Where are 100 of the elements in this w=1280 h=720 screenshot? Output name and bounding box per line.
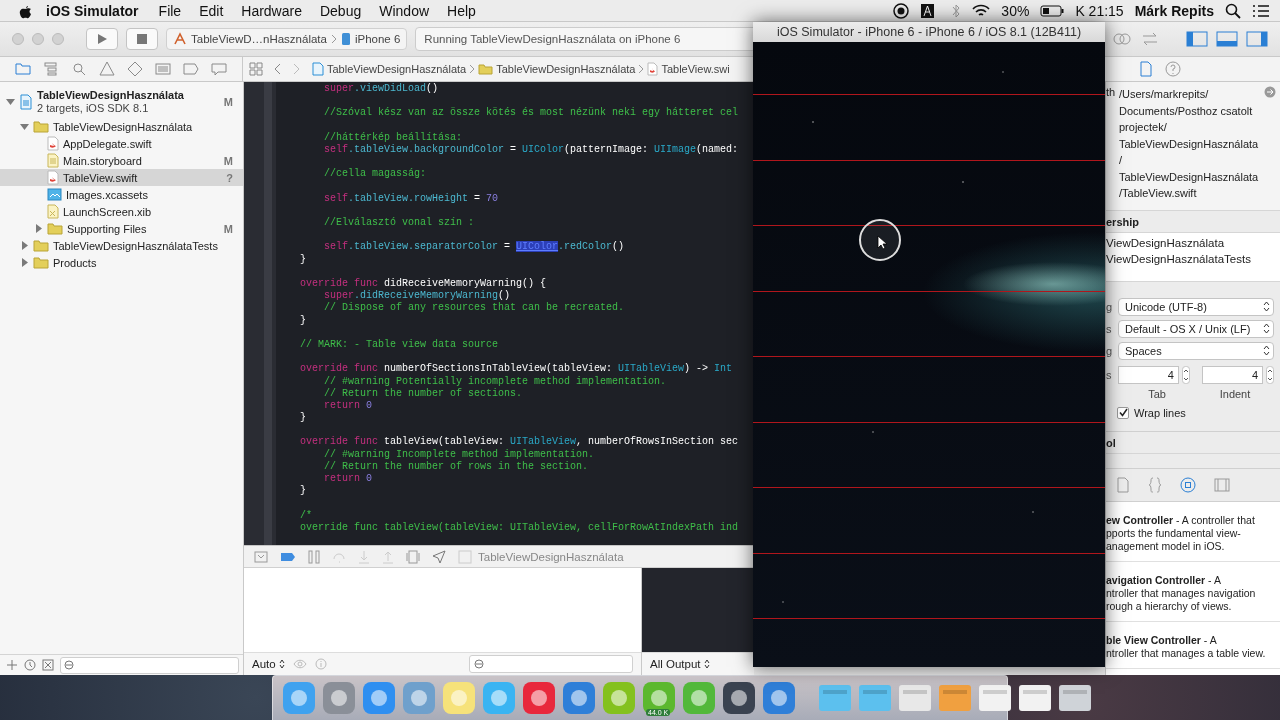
file-tree-item[interactable]: TableViewDesignHasználataTests	[0, 237, 243, 254]
scheme-selector[interactable]: TableViewD…nHasználata iPhone 6	[166, 28, 408, 51]
library-item-description[interactable]: ble View Controller - A ntroller that manages a table view.	[1106, 621, 1280, 669]
file-tree-item[interactable]: TableViewDesignHasználata 2 targets, iOS SDK 8.1 M	[0, 85, 243, 118]
library-item-description[interactable]: ew Controller - A controller that pports the fundamental view- anagement model in iOS.	[1106, 501, 1280, 562]
reveal-arrow-icon[interactable]	[1264, 86, 1276, 98]
checkbox[interactable]	[1117, 406, 1129, 419]
disclosure-triangle-icon[interactable]	[20, 122, 29, 131]
project-file-icon	[19, 93, 33, 110]
file-tree-item[interactable]: Products	[0, 254, 243, 271]
document-icon[interactable]	[1116, 476, 1130, 493]
file-path-text: /Users/markrepits/ Documents/Posthoz csatolt projectek/ TableViewDesignHasználata / TableViewDesignHasználata /TableView.swift	[1119, 87, 1260, 201]
file-name: Images.xcassets	[66, 188, 148, 201]
scope-popup[interactable]: Auto	[252, 658, 285, 670]
project-file-icon	[312, 62, 324, 77]
bottom-panel-icon[interactable]	[1216, 31, 1238, 48]
filter-field[interactable]	[60, 656, 239, 674]
left-panel-icon[interactable]	[1186, 31, 1208, 48]
phone-icon	[340, 32, 351, 47]
file-tree-item[interactable]: Main.storyboard M	[0, 152, 243, 169]
bluetooth-icon[interactable]	[951, 2, 962, 19]
frame-icon	[458, 549, 472, 564]
disclosure-triangle-icon[interactable]	[20, 258, 29, 267]
add-icon[interactable]	[6, 659, 18, 671]
braces-icon[interactable]	[1148, 476, 1162, 493]
window-zoom-button[interactable]	[52, 33, 64, 46]
file-tree-item[interactable]: LaunchScreen.xib	[0, 203, 243, 220]
chevron-icon	[638, 64, 645, 75]
code-editor[interactable]	[244, 82, 754, 545]
record-icon[interactable]	[893, 2, 910, 19]
popup-menu[interactable]: Spaces	[1118, 341, 1274, 360]
view-hierarchy-icon[interactable]	[406, 549, 420, 564]
wifi-icon[interactable]	[972, 3, 991, 18]
hide-panel-icon[interactable]	[254, 550, 268, 563]
square-x-icon[interactable]	[42, 659, 54, 671]
stop-button[interactable]	[126, 28, 158, 51]
info-icon[interactable]	[314, 658, 327, 670]
location-arrow-icon[interactable]	[432, 549, 446, 564]
help-icon[interactable]	[1165, 61, 1181, 78]
file-tree-item[interactable]: TableViewDesignHasználata	[0, 118, 243, 135]
battery-icon[interactable]	[1040, 4, 1065, 17]
code-line: //Elválasztó vonal szín :	[323, 217, 475, 230]
warning-icon[interactable]	[98, 60, 116, 79]
disclosure-triangle-icon[interactable]	[34, 224, 43, 233]
film-frame-icon[interactable]	[1214, 476, 1230, 493]
eye-icon[interactable]	[292, 659, 307, 669]
library-item-description[interactable]: avigation Controller - A ntroller that manages navigation rough a hierarchy of views.	[1106, 561, 1280, 622]
hierarchy-icon[interactable]	[42, 60, 60, 79]
file-tree-item[interactable]: Images.xcassets	[0, 186, 243, 203]
swift-file-icon	[647, 62, 659, 77]
menubar-clock[interactable]: K 21:15	[1075, 2, 1124, 19]
breadcrumb-item[interactable]: TableView.swi	[661, 63, 730, 76]
swap-arrows-icon[interactable]	[1140, 31, 1160, 48]
run-button[interactable]	[86, 28, 118, 51]
stepper-icon[interactable]	[1266, 365, 1274, 384]
list-icon[interactable]	[1252, 3, 1270, 18]
pause-icon[interactable]	[308, 549, 320, 564]
file-name: TableViewDesignHasználata 2 targets, iOS SDK 8.1	[37, 88, 184, 115]
code-line: self.tableView.backgroundColor = UIColor(patternImage: UIImage(named:	[323, 143, 739, 157]
linked-circles-icon[interactable]	[1112, 31, 1132, 48]
code-line: }	[299, 253, 306, 266]
menu-item[interactable]: Help	[438, 2, 485, 19]
folder-icon	[33, 239, 49, 252]
stepper-icon[interactable]	[1182, 365, 1190, 384]
number-field[interactable]: 4	[1201, 365, 1263, 384]
breadcrumb-item[interactable]: TableViewDesignHasználata	[327, 63, 467, 76]
field-label: th	[1106, 86, 1115, 100]
user-name[interactable]: Márk Repits	[1134, 2, 1214, 19]
grid-icon[interactable]	[249, 62, 263, 77]
menu-item[interactable]: iOS Simulator	[32, 2, 150, 19]
disclosure-triangle-icon[interactable]	[20, 241, 29, 250]
step-out-icon[interactable]	[382, 549, 394, 564]
file-name: Main.storyboard	[63, 154, 142, 167]
right-panel-icon[interactable]	[1246, 31, 1268, 48]
step-in-icon[interactable]	[358, 549, 370, 564]
target-name: TableViewDesignHasználata	[478, 550, 624, 563]
filter-field[interactable]	[469, 655, 633, 673]
file-tree-item[interactable]: AppDelegate.swift	[0, 135, 243, 152]
diamond-icon[interactable]	[126, 60, 144, 79]
file-tree-item[interactable]: Supporting Files M	[0, 220, 243, 237]
window-minimize-button[interactable]	[32, 33, 44, 46]
number-field[interactable]: 4	[1117, 365, 1179, 384]
object-library-icon[interactable]	[1180, 476, 1196, 493]
popup-menu[interactable]: Unicode (UTF-8)	[1118, 297, 1274, 316]
breadcrumb-item[interactable]: TableViewDesignHasználata	[496, 63, 636, 76]
swift-file-icon	[47, 136, 59, 151]
popup-menu[interactable]: Default - OS X / Unix (LF)	[1118, 319, 1274, 338]
menu-item[interactable]: Debug	[310, 2, 371, 19]
file-tree-item[interactable]: TableView.swift ?	[0, 169, 243, 186]
clock-icon[interactable]	[24, 659, 36, 671]
menu-item[interactable]: Edit	[190, 2, 233, 19]
menu-item[interactable]: Window	[370, 2, 439, 19]
target-name: ViewDesignHasználataTests	[1106, 252, 1252, 265]
breakpoint-icon[interactable]	[280, 551, 296, 562]
menu-item[interactable]: File	[149, 2, 191, 19]
search-icon[interactable]	[1225, 2, 1241, 19]
menu-item[interactable]: Hardware	[232, 2, 311, 19]
window-close-button[interactable]	[12, 33, 24, 46]
document-icon[interactable]	[1139, 61, 1153, 78]
disclosure-triangle-icon[interactable]	[6, 97, 15, 106]
